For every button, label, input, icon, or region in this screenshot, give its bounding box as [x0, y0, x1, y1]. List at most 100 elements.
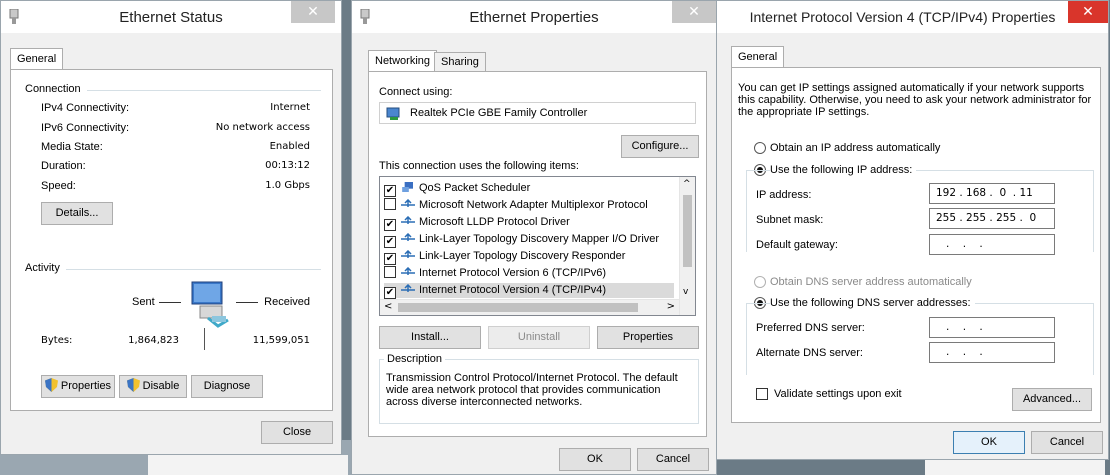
scroll-thumb-h[interactable]: [398, 303, 638, 312]
diagnose-button[interactable]: Diagnose: [191, 375, 263, 398]
sent-line: [159, 302, 181, 303]
configure-button[interactable]: Configure...: [621, 135, 699, 158]
details-button[interactable]: Details...: [41, 202, 113, 225]
row-label: IPv6 Connectivity:: [41, 122, 130, 134]
adapter-name: Realtek PCIe GBE Family Controller: [410, 107, 588, 119]
titlebar: Ethernet Properties ✕: [352, 1, 716, 33]
received-label: Received: [264, 296, 310, 308]
alternate-dns-field[interactable]: . . .: [929, 342, 1055, 363]
tab-networking[interactable]: Networking: [368, 50, 438, 72]
protocol-icon: [401, 250, 415, 258]
use-following-dns-label[interactable]: Use the following DNS server addresses:: [770, 297, 975, 309]
window-title: Ethernet Properties: [469, 9, 599, 26]
checkbox[interactable]: [384, 198, 396, 210]
checkbox[interactable]: [384, 266, 396, 278]
properties-button[interactable]: Properties: [41, 375, 115, 398]
protocol-icon: [401, 216, 415, 224]
cancel-button[interactable]: Cancel: [1031, 431, 1103, 454]
properties-button[interactable]: Properties: [597, 326, 699, 349]
row-label: Speed:: [41, 180, 76, 192]
uninstall-button: Uninstall: [488, 326, 590, 349]
protocol-icon: [401, 233, 415, 241]
row-label: Media State:: [41, 141, 103, 153]
list-item-selected[interactable]: ✔ Internet Protocol Version 4 (TCP/IPv4): [384, 283, 674, 299]
horizontal-scrollbar[interactable]: < >: [380, 299, 679, 315]
ethernet-properties-window: Ethernet Properties ✕ Networking Sharing…: [351, 0, 717, 475]
items-list[interactable]: ✔ QoS Packet Scheduler Microsoft Network …: [379, 176, 696, 316]
adapter-box: Realtek PCIe GBE Family Controller: [379, 102, 696, 124]
list-item[interactable]: ✔ Microsoft LLDP Protocol Driver: [384, 215, 570, 231]
close-icon[interactable]: ✕: [1068, 1, 1108, 23]
protocol-icon: [401, 199, 415, 207]
connect-using-label: Connect using:: [379, 86, 453, 98]
general-panel: You can get IP settings assigned automat…: [731, 67, 1101, 423]
row-value: No network access: [215, 122, 310, 133]
list-item[interactable]: Microsoft Network Adapter Multiplexor Pr…: [384, 198, 648, 213]
protocol-icon: [401, 284, 415, 292]
install-button[interactable]: Install...: [379, 326, 481, 349]
checkbox[interactable]: ✔: [384, 185, 396, 197]
networking-panel: Connect using: Realtek PCIe GBE Family C…: [368, 71, 707, 437]
ok-button[interactable]: OK: [953, 431, 1025, 454]
bytes-label: Bytes:: [41, 335, 73, 346]
use-following-ip-label[interactable]: Use the following IP address:: [770, 164, 917, 176]
ip-address-field[interactable]: 192 . 168 . 0 . 11: [929, 183, 1055, 204]
items-label: This connection uses the following items…: [379, 160, 579, 172]
tab-sharing[interactable]: Sharing: [434, 52, 486, 72]
disable-label: Disable: [142, 380, 180, 392]
description-group: Description Transmission Control Protoco…: [379, 353, 699, 424]
activity-header: Activity: [25, 262, 66, 274]
default-gateway-field[interactable]: . . .: [929, 234, 1055, 255]
cancel-button[interactable]: Cancel: [637, 448, 709, 471]
list-item[interactable]: ✔ Link-Layer Topology Discovery Mapper I/…: [384, 232, 659, 248]
advanced-button[interactable]: Advanced...: [1012, 388, 1092, 411]
connection-header: Connection: [25, 83, 87, 95]
ethernet-status-window: Ethernet Status ✕ General Connection IPv…: [0, 0, 342, 455]
default-gateway-label: Default gateway:: [756, 239, 838, 251]
intro-text: You can get IP settings assigned automat…: [738, 82, 1092, 118]
validate-label[interactable]: Validate settings upon exit: [774, 388, 902, 400]
description-text: Transmission Control Protocol/Internet P…: [386, 372, 678, 408]
scroll-right-icon[interactable]: >: [667, 301, 675, 312]
scroll-up-icon[interactable]: ^: [683, 179, 691, 189]
bytes-received-value: 11,599,051: [252, 335, 310, 346]
scroll-down-icon[interactable]: v: [683, 287, 688, 297]
tab-general[interactable]: General: [10, 48, 64, 70]
row-label: IPv4 Connectivity:: [41, 102, 130, 114]
scroll-thumb[interactable]: [683, 195, 692, 267]
close-icon[interactable]: ✕: [291, 1, 335, 23]
connection-group: Connection: [25, 83, 321, 95]
scroll-left-icon[interactable]: <: [384, 301, 392, 312]
validate-checkbox[interactable]: [756, 388, 768, 400]
vertical-scrollbar[interactable]: ^ v: [679, 177, 695, 315]
titlebar: Internet Protocol Version 4 (TCP/IPv4) P…: [717, 1, 1108, 33]
window-title: Internet Protocol Version 4 (TCP/IPv4) P…: [749, 9, 1056, 25]
row-value: 1.0 Gbps: [265, 180, 310, 191]
disable-button[interactable]: Disable: [119, 375, 187, 398]
received-line: [236, 302, 258, 303]
list-item[interactable]: Internet Protocol Version 6 (TCP/IPv6): [384, 266, 606, 281]
checkbox[interactable]: ✔: [384, 219, 396, 231]
obtain-ip-auto-radio[interactable]: [754, 142, 766, 154]
row-value: Internet: [270, 102, 310, 113]
ok-button[interactable]: OK: [559, 448, 631, 471]
activity-group: Activity: [25, 262, 321, 274]
obtain-ip-auto-label[interactable]: Obtain an IP address automatically: [770, 142, 940, 154]
list-item[interactable]: ✔ QoS Packet Scheduler: [384, 181, 530, 197]
checkbox[interactable]: ✔: [384, 287, 396, 299]
ipv4-properties-window: Internet Protocol Version 4 (TCP/IPv4) P…: [716, 0, 1109, 460]
subnet-mask-field[interactable]: 255 . 255 . 255 . 0: [929, 208, 1055, 229]
list-item[interactable]: ✔ Link-Layer Topology Discovery Responder: [384, 249, 625, 265]
close-button[interactable]: Close: [261, 421, 333, 444]
checkbox[interactable]: ✔: [384, 236, 396, 248]
checkbox[interactable]: ✔: [384, 253, 396, 265]
network-card-icon: [386, 107, 400, 120]
obtain-dns-auto-radio: [754, 276, 766, 288]
preferred-dns-label: Preferred DNS server:: [756, 322, 865, 334]
uac-shield-icon: [126, 378, 140, 392]
preferred-dns-field[interactable]: . . .: [929, 317, 1055, 338]
ip-address-label: IP address:: [756, 189, 812, 201]
row-label: Duration:: [41, 160, 86, 172]
tab-general[interactable]: General: [731, 46, 785, 68]
general-panel: Connection IPv4 Connectivity: Internet I…: [10, 69, 333, 411]
